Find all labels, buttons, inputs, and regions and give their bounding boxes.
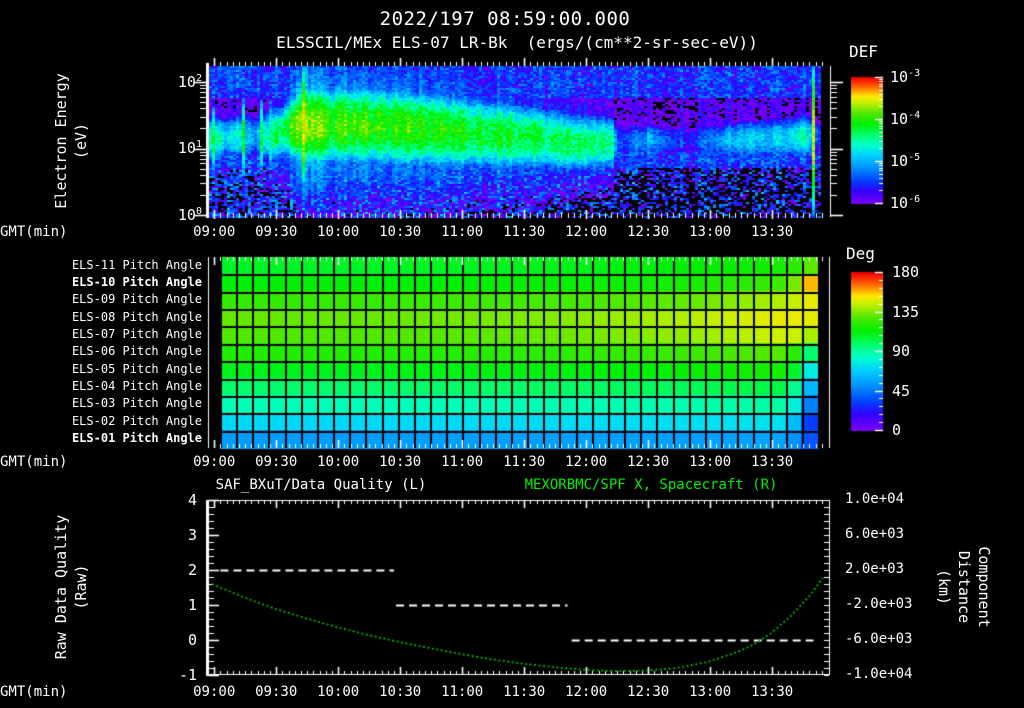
x-tick-label: 11:00 [441,684,484,700]
distance-tick-label: -1.0e+04 [845,666,913,682]
quality-tick-label: 3 [187,526,197,544]
x-tick-label: 10:30 [379,684,422,700]
quality-tick-label: 4 [187,491,197,509]
def-tick-label: 10-6 [890,194,921,212]
quality-tick-label: 0 [187,631,197,649]
x-tick-label: 12:30 [627,454,670,470]
x-tick-label: 09:00 [193,454,236,470]
x-tick-label: 13:30 [751,684,794,700]
x-tick-label: 11:00 [441,224,484,240]
x-tick-label: 13:30 [751,454,794,470]
line-panel-title-left: SAF_BXuT/Data Quality (L) [215,477,427,493]
pitch-row-label: ELS-09 Pitch Angle [71,292,202,307]
energy-tick-label: 102 [177,73,202,91]
title-datetime: 2022/197 08:59:00.000 [379,8,631,30]
quality-tick-label: 1 [187,596,197,614]
x-tick-label: 12:30 [627,684,670,700]
distance-y-axis-label: Component Distance (km) [935,546,993,628]
distance-tick-label: 1.0e+04 [845,491,905,507]
x-tick-label: 10:00 [317,684,360,700]
def-tick-label: 10-3 [890,68,921,86]
gmt-axis-label: GMT(min) [0,454,68,470]
distance-tick-label: 2.0e+03 [845,561,905,577]
distance-tick-label: -2.0e+03 [845,596,913,612]
quality-tick-label: 2 [187,561,197,579]
spectrogram-y-axis-label: Electron Energy (eV) [52,73,90,209]
title-instrument: ELSSCIL/MEx ELS-07 LR-Bk (ergs/(cm**2-sr… [276,33,758,52]
pitch-row-label: ELS-07 Pitch Angle [71,326,202,341]
x-tick-label: 09:30 [255,224,298,240]
pitch-row-label: ELS-05 Pitch Angle [71,361,202,376]
x-tick-label: 10:00 [317,224,360,240]
x-tick-label: 12:30 [627,224,670,240]
x-tick-label: 13:00 [689,224,732,240]
energy-tick-label: 101 [177,139,202,157]
energy-tick-label: 100 [177,206,202,224]
x-tick-label: 09:30 [255,454,298,470]
x-tick-label: 10:00 [317,454,360,470]
distance-tick-label: -6.0e+03 [845,631,913,647]
deg-tick-label: 135 [892,302,920,321]
quality-y-axis-label: Raw Data Quality (Raw) [52,514,90,660]
x-tick-label: 13:00 [689,454,732,470]
x-tick-label: 12:00 [565,684,608,700]
deg-tick-label: 90 [892,342,911,360]
x-tick-label: 13:00 [689,684,732,700]
x-tick-label: 10:30 [379,224,422,240]
deg-tick-label: 45 [892,381,911,400]
x-tick-label: 11:30 [503,684,546,700]
x-tick-label: 09:30 [255,684,298,700]
def-tick-label: 10-5 [890,152,921,170]
pitch-row-label: ELS-02 Pitch Angle [71,413,202,428]
x-tick-label: 11:30 [503,224,546,240]
pitch-row-label: ELS-08 Pitch Angle [71,309,202,324]
x-tick-label: 09:00 [193,684,236,700]
quality-tick-label: -1 [178,666,197,684]
x-tick-label: 11:30 [503,454,546,470]
deg-tick-label: 180 [892,263,920,281]
pitch-row-label: ELS-04 Pitch Angle [71,379,202,394]
pitch-row-label: ELS-03 Pitch Angle [71,396,202,411]
x-tick-label: 12:00 [565,454,608,470]
x-tick-label: 12:00 [565,224,608,240]
pitch-row-label: ELS-10 Pitch Angle [71,274,202,289]
x-tick-label: 10:30 [379,454,422,470]
gmt-axis-label: GMT(min) [0,684,68,700]
x-tick-label: 13:30 [751,224,794,240]
pitch-row-label: ELS-01 Pitch Angle [71,431,202,446]
deg-tick-label: 0 [892,421,902,439]
pitch-row-label: ELS-06 Pitch Angle [71,344,202,359]
distance-tick-label: 6.0e+03 [845,526,905,542]
pitch-row-label: ELS-11 Pitch Angle [71,257,202,272]
x-tick-label: 09:00 [193,224,236,240]
def-tick-label: 10-4 [890,110,921,128]
line-panel-title-right: MEXORBMC/SPF X, Spacecraft (R) [524,477,778,493]
plot-viewer: 2022/197 08:59:00.000 ELSSCIL/MEx ELS-07… [0,0,1024,708]
gmt-axis-label: GMT(min) [0,224,68,240]
deg-colorbar-title: Deg [846,244,875,263]
x-tick-label: 11:00 [441,454,484,470]
def-colorbar-title: DEF [849,42,878,61]
